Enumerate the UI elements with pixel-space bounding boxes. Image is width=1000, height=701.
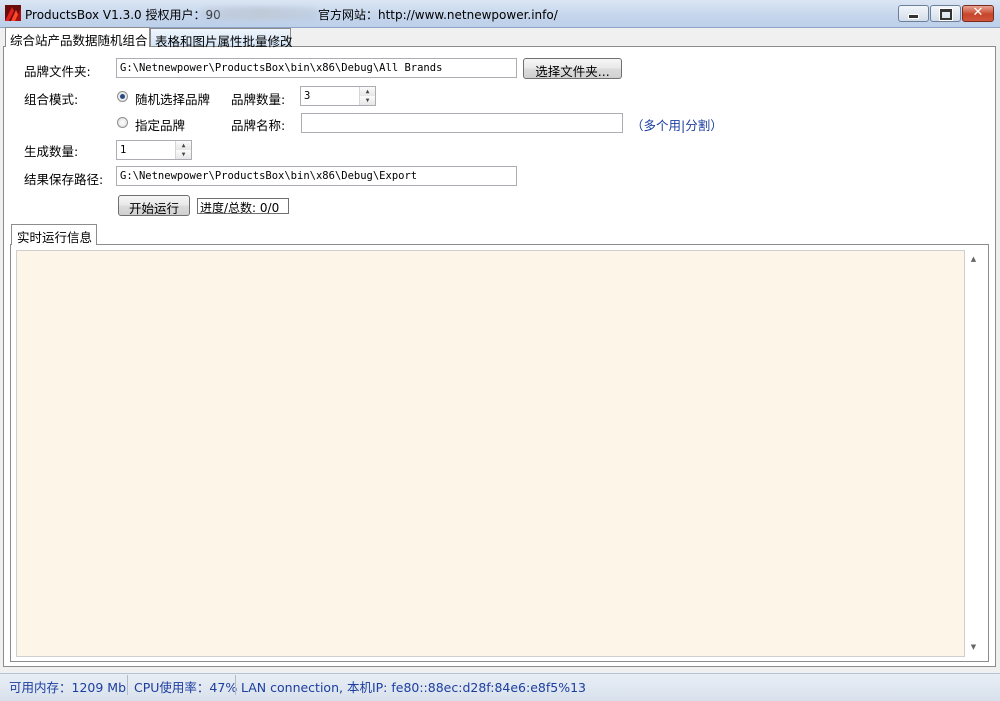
spin-up-icon[interactable]: ▲ (360, 87, 375, 96)
website-text: 官方网站：http://www.netnewpower.info/ (318, 8, 558, 22)
specific-brand-label[interactable]: 指定品牌 (135, 115, 185, 134)
generate-count-label: 生成数量: (24, 144, 79, 159)
save-path-label: 结果保存路径: (24, 172, 104, 187)
close-icon: ✕ (972, 5, 984, 20)
random-brand-label[interactable]: 随机选择品牌 (135, 89, 210, 108)
choose-folder-button[interactable]: 选择文件夹... (523, 58, 622, 79)
brand-folder-field[interactable]: G:\Netnewpower\ProductsBox\bin\x86\Debug… (116, 58, 517, 78)
progress-label: 进度/总数: 0/0 (197, 198, 289, 215)
tab-random-combine[interactable]: 综合站产品数据随机组合 (5, 27, 150, 48)
tab-realtime-info[interactable]: 实时运行信息 (11, 224, 97, 245)
log-scrollbar[interactable]: ▲ ▼ (965, 250, 982, 657)
generate-count-value: 1 (120, 144, 127, 156)
redacted-username (200, 7, 318, 20)
brand-count-label: 品牌数量: (231, 92, 286, 107)
brand-count-value: 3 (304, 90, 311, 102)
brand-name-field[interactable] (301, 113, 623, 133)
brand-count-stepper[interactable]: 3 ▲ ▼ (300, 86, 376, 106)
minimize-button[interactable] (898, 5, 929, 22)
specific-brand-radio[interactable] (117, 117, 128, 128)
status-memory: 可用内存：1209 Mb (9, 680, 127, 695)
spin-down-icon[interactable]: ▼ (176, 150, 191, 159)
brand-name-label: 品牌名称: (231, 118, 286, 133)
maximize-button[interactable] (930, 5, 961, 22)
spin-down-icon[interactable]: ▼ (360, 96, 375, 105)
save-path-field[interactable]: G:\Netnewpower\ProductsBox\bin\x86\Debug… (116, 166, 517, 186)
status-cpu: CPU使用率：47% (134, 680, 238, 695)
spin-up-icon[interactable]: ▲ (176, 141, 191, 150)
start-button[interactable]: 开始运行 (118, 195, 190, 216)
status-divider (127, 675, 128, 695)
generate-count-stepper[interactable]: 1 ▲ ▼ (116, 140, 192, 160)
tab-batch-modify[interactable]: 表格和图片属性批量修改 (150, 28, 293, 49)
mode-label: 组合模式: (24, 92, 79, 107)
generate-count-spin[interactable]: ▲ ▼ (175, 141, 191, 159)
brand-count-spin[interactable]: ▲ ▼ (359, 87, 375, 105)
status-divider (235, 675, 236, 695)
brand-folder-label: 品牌文件夹: (24, 64, 91, 79)
brand-name-hint: （多个用|分割） (631, 118, 723, 133)
productsbox-app-icon (5, 5, 21, 21)
status-network: LAN connection, 本机IP: fe80::88ec:d28f:84… (241, 680, 587, 695)
maximize-icon (939, 9, 952, 20)
minimize-icon (908, 14, 919, 19)
window-title: ProductsBox V1.3.0 授权用户：90 (25, 8, 221, 22)
log-textarea[interactable] (16, 250, 965, 657)
scroll-down-icon[interactable]: ▼ (965, 640, 982, 655)
scroll-up-icon[interactable]: ▲ (965, 252, 982, 267)
random-brand-radio[interactable] (117, 91, 128, 102)
close-button[interactable]: ✕ (962, 5, 994, 22)
